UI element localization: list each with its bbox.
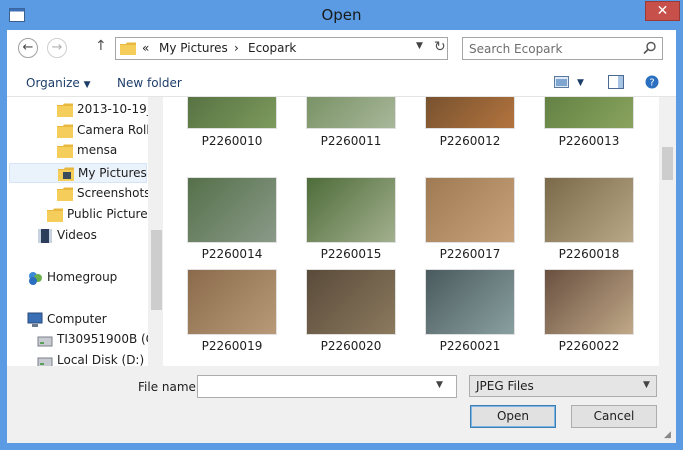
address-separator: ›	[234, 41, 239, 55]
drive-icon	[37, 336, 53, 347]
file-name-label[interactable]: P2260011	[291, 134, 411, 148]
file-thumbnail[interactable]	[425, 97, 515, 129]
up-button[interactable]: ↑	[95, 38, 107, 54]
address-segment-ecopark[interactable]: Ecopark	[248, 41, 296, 55]
file-thumbnail[interactable]	[425, 177, 515, 243]
folder-icon	[120, 42, 136, 55]
sidebar-item-label: mensa	[77, 143, 118, 157]
file-type-value: JPEG Files	[476, 379, 534, 393]
file-list-scroll-thumb[interactable]	[662, 147, 673, 180]
file-name-label[interactable]: P2260012	[410, 134, 530, 148]
file-list: P2260010 P2260011 P2260012 P2260013 P2260014…	[165, 97, 659, 396]
file-type-select[interactable]: JPEG Files ▼	[469, 375, 657, 397]
file-name-label[interactable]: P2260015	[291, 247, 411, 261]
folder-icon	[57, 187, 73, 201]
file-name-label[interactable]: P2260013	[529, 134, 649, 148]
organize-button[interactable]: Organize ▼	[26, 76, 91, 90]
open-button[interactable]: Open	[470, 405, 556, 428]
file-thumbnail[interactable]	[544, 269, 634, 335]
address-prefix[interactable]: «	[142, 41, 149, 55]
organize-label: Organize	[26, 76, 80, 90]
folder-icon	[47, 208, 63, 222]
file-name-label[interactable]: P2260020	[291, 339, 411, 353]
folder-icon	[57, 103, 73, 117]
file-thumbnail[interactable]	[544, 97, 634, 129]
change-view-icon[interactable]	[554, 75, 570, 89]
cancel-button[interactable]: Cancel	[571, 405, 657, 428]
preview-pane-icon[interactable]	[608, 75, 624, 89]
address-bar[interactable]: « My Pictures › Ecopark ▼ ↻	[115, 37, 448, 60]
back-button[interactable]: ←	[18, 38, 38, 58]
file-name-input[interactable]: ▼	[197, 375, 457, 398]
dialog-footer: File name: ▼ JPEG Files ▼ Open Cancel ◢	[7, 366, 676, 443]
file-thumbnail[interactable]	[187, 97, 277, 129]
sidebar-item-label: Camera Roll	[77, 123, 150, 137]
sidebar-item[interactable]: My Pictures	[9, 163, 147, 183]
sidebar-item-label: Computer	[47, 312, 107, 326]
videos-icon	[38, 229, 52, 243]
pictures-folder-icon	[58, 167, 74, 181]
folder-icon	[57, 144, 73, 158]
homegroup-icon	[29, 272, 42, 285]
command-bar: Organize ▼ New folder ▼ ?	[7, 68, 676, 97]
sidebar-item-label: My Pictures	[78, 166, 147, 180]
search-input[interactable]: Search Ecopark	[469, 42, 562, 56]
nav-pane-scroll-thumb[interactable]	[151, 230, 162, 310]
sidebar-item-label: Local Disk (D:)	[57, 353, 145, 367]
file-name-label: File name:	[138, 380, 200, 394]
view-options-chevron-icon[interactable]: ▼	[577, 78, 584, 88]
title-bar[interactable]: Open ✕	[0, 0, 683, 30]
search-icon[interactable]	[643, 41, 657, 55]
resize-grip-icon[interactable]: ◢	[664, 430, 671, 440]
file-thumbnail[interactable]	[425, 269, 515, 335]
sidebar-item-label: TI30951900B (C:)	[57, 332, 163, 346]
file-name-label[interactable]: P2260019	[172, 339, 292, 353]
file-name-label[interactable]: P2260021	[410, 339, 530, 353]
refresh-button[interactable]: ↻	[434, 39, 446, 55]
file-name-label[interactable]: P2260010	[172, 134, 292, 148]
sidebar-item-label: Screenshots	[77, 186, 151, 200]
dialog-client: ← → ↑ « My Pictures › Ecopark ▼ ↻ Search…	[7, 30, 676, 443]
open-dialog: Open ✕ ← → ↑ « My Pictures › Ecopark ▼ ↻…	[0, 0, 683, 450]
search-box[interactable]: Search Ecopark	[462, 37, 663, 60]
chevron-down-icon[interactable]: ▼	[416, 41, 423, 51]
file-thumbnail[interactable]	[187, 177, 277, 243]
navigation-pane: 2013-10-19_0 Camera Roll mensa My Pictures S…	[7, 97, 163, 396]
file-name-label[interactable]: P2260022	[529, 339, 649, 353]
address-segment-my-pictures[interactable]: My Pictures	[159, 41, 228, 55]
chevron-down-icon[interactable]: ▼	[436, 380, 443, 390]
nav-pane-scrollbar[interactable]: ▼	[148, 97, 163, 396]
computer-icon	[27, 312, 43, 327]
folder-icon	[57, 124, 73, 138]
sidebar-item-label: Public Pictures	[67, 207, 154, 221]
file-thumbnail[interactable]	[187, 269, 277, 335]
file-thumbnail[interactable]	[544, 177, 634, 243]
navigation-bar: ← → ↑ « My Pictures › Ecopark ▼ ↻ Search…	[7, 30, 676, 68]
sidebar-item-label: Homegroup	[47, 270, 118, 284]
new-folder-button[interactable]: New folder	[117, 76, 182, 90]
chevron-down-icon: ▼	[83, 80, 91, 90]
file-thumbnail[interactable]	[306, 177, 396, 243]
file-name-label[interactable]: P2260018	[529, 247, 649, 261]
file-name-label[interactable]: P2260017	[410, 247, 530, 261]
forward-button[interactable]: →	[47, 38, 67, 58]
chevron-down-icon: ▼	[643, 380, 650, 390]
file-name-label[interactable]: P2260014	[172, 247, 292, 261]
sidebar-item-label: Videos	[57, 228, 97, 242]
file-thumbnail[interactable]	[306, 97, 396, 129]
window-title: Open	[321, 6, 362, 24]
file-list-scrollbar[interactable]: ▼	[659, 97, 676, 396]
file-thumbnail[interactable]	[306, 269, 396, 335]
help-glyph: ?	[649, 78, 654, 89]
close-button[interactable]: ✕	[645, 1, 680, 21]
help-icon[interactable]: ?	[645, 75, 659, 89]
